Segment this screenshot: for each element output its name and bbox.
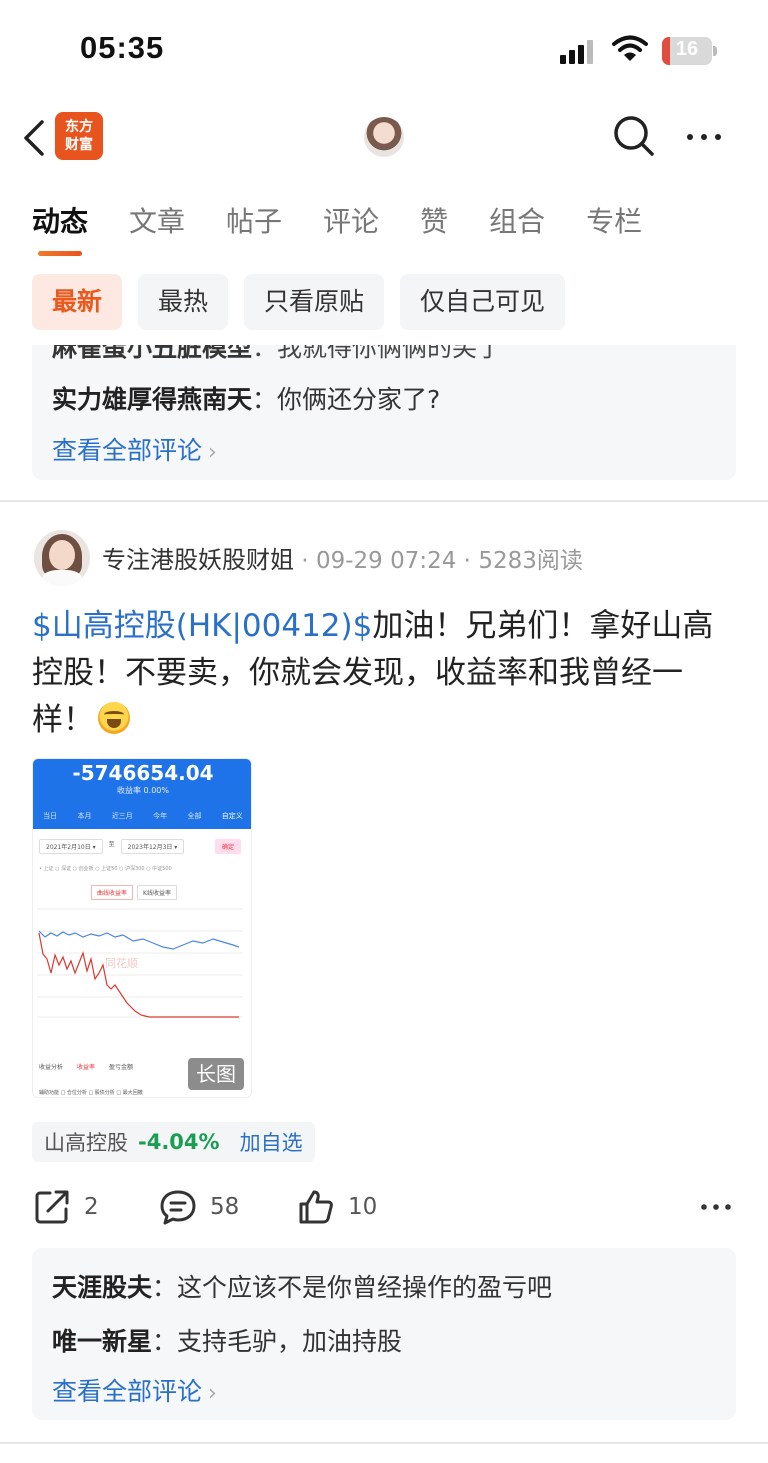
image-return-chart: 同花顺 [37, 908, 243, 1018]
tab-column[interactable]: 专栏 [586, 200, 642, 244]
comment-user[interactable]: 实力雄厚得燕南天 [52, 385, 252, 414]
share-button[interactable]: 2 [32, 1184, 99, 1230]
tab-comments[interactable]: 评论 [323, 200, 379, 244]
svg-text:同花顺: 同花顺 [105, 957, 138, 970]
add-to-watchlist-button[interactable]: 加自选 [240, 1127, 303, 1157]
image-mode-buttons: 曲线收益率 K线收益率 [91, 885, 181, 900]
eastmoney-logo[interactable]: 东方 财富 [55, 112, 103, 160]
chevron-right-icon: › [208, 1381, 217, 1406]
battery-level: 16 [675, 38, 699, 60]
comment-icon [160, 1190, 196, 1225]
post-meta: 专注港股妖股财姐 · 09-29 07:24 · 5283阅读 [102, 546, 583, 574]
post-comment-box: 天涯股夫：这个应该不是你曾经操作的盈亏吧 唯一新星：支持毛驴，加油持股 查看全部… [32, 1248, 736, 1420]
comment-user[interactable]: 天涯股夫 [52, 1273, 152, 1302]
long-image-badge: 长图 [188, 1058, 244, 1090]
share-icon [35, 1190, 69, 1224]
previous-comment-box: 麻雀蛋小丑脏模型：我就得你俩俩的笑了 实力雄厚得燕南天：你俩还分家了? 查看全部… [32, 345, 736, 480]
status-bar: 05:35 16 [0, 0, 768, 100]
stock-link[interactable]: $山高控股(HK|00412)$ [32, 608, 372, 644]
cellular-signal-icon [560, 38, 600, 64]
post-reads: 5283阅读 [478, 548, 583, 574]
battery-icon: 16 [662, 37, 712, 65]
post-actions: 2 58 10 [32, 1184, 736, 1230]
back-arrow-icon[interactable] [20, 118, 50, 158]
like-button[interactable]: 10 [296, 1184, 377, 1230]
profile-tabs: 动态 文章 帖子 评论 赞 组合 专栏 [32, 200, 683, 256]
stock-tag-name: 山高控股 [44, 1131, 128, 1155]
post-time: 09-29 07:24 [315, 548, 457, 574]
author-name[interactable]: 专注港股妖股财姐 [102, 546, 294, 574]
laughing-crying-emoji-icon [98, 702, 130, 734]
tab-portfolio[interactable]: 组合 [489, 200, 545, 244]
image-tabs: 当日 本月 近三月 今年 全部 自定义 [43, 812, 243, 820]
profile-avatar[interactable] [364, 117, 404, 157]
filter-original-only[interactable]: 只看原贴 [244, 274, 385, 330]
tab-posts[interactable]: 帖子 [226, 200, 282, 244]
post-image[interactable]: -5746654.04 收益率 0.00% 当日 本月 近三月 今年 全部 自定义 202… [32, 758, 252, 1098]
image-footer: 收益分析 收益率 盈亏金额 [39, 1064, 134, 1071]
filter-hottest[interactable]: 最热 [138, 274, 229, 330]
view-all-comments-link[interactable]: 查看全部评论 › [52, 431, 217, 467]
image-date-range: 2021年2月10日 ▾ 至 2023年12月3日 ▾ 确定 [39, 839, 247, 854]
filter-chips: 最新 最热 只看原贴 仅自己可见 [32, 274, 581, 330]
more-options-icon[interactable] [684, 122, 724, 152]
more-options-icon[interactable] [700, 1194, 732, 1220]
filter-private[interactable]: 仅自己可见 [400, 274, 566, 330]
comment-line: 实力雄厚得燕南天：你俩还分家了? [52, 385, 441, 414]
comment-button[interactable]: 58 [158, 1184, 239, 1230]
search-icon[interactable] [612, 114, 656, 158]
chevron-right-icon: › [208, 440, 217, 465]
post-divider [0, 1442, 768, 1444]
filter-latest[interactable]: 最新 [32, 274, 123, 330]
stock-tag-change: -4.04% [138, 1130, 220, 1154]
thumbs-up-icon [299, 1190, 333, 1224]
comment-text: 支持毛驴，加油持股 [177, 1327, 403, 1356]
image-legend: • 上证 ○ 深证 ○ 创业板 ○ 上证50 ○ 沪深300 ○ 中证500 [39, 866, 172, 872]
tab-dynamic[interactable]: 动态 [32, 200, 88, 256]
comment-line: 天涯股夫：这个应该不是你曾经操作的盈亏吧 [52, 1273, 553, 1302]
post-body[interactable]: $山高控股(HK|00412)$加油！兄弟们！拿好山高控股！不要卖，你就会发现，… [32, 603, 744, 744]
comment-user[interactable]: 唯一新星 [52, 1327, 152, 1356]
view-all-comments-link[interactable]: 查看全部评论 › [52, 1372, 217, 1408]
comment-text: 这个应该不是你曾经操作的盈亏吧 [177, 1273, 553, 1302]
tab-articles[interactable]: 文章 [129, 200, 185, 244]
comment-partial: 麻雀蛋小丑脏模型：我就得你俩俩的笑了 [52, 345, 503, 362]
author-avatar[interactable] [34, 530, 90, 586]
battery-tip [713, 46, 717, 56]
status-time: 05:35 [80, 30, 165, 65]
comment-text: 你俩还分家了? [277, 385, 441, 414]
post-divider [0, 500, 768, 502]
wifi-icon [612, 35, 648, 61]
stock-tag[interactable]: 山高控股 -4.04% 加自选 [32, 1122, 315, 1162]
tab-likes[interactable]: 赞 [420, 200, 448, 244]
comment-line: 唯一新星：支持毛驴，加油持股 [52, 1327, 403, 1356]
image-footer-options: 辅助功能 □ 仓位分析 □ 股债分析 □ 最大回撤 [39, 1090, 143, 1096]
